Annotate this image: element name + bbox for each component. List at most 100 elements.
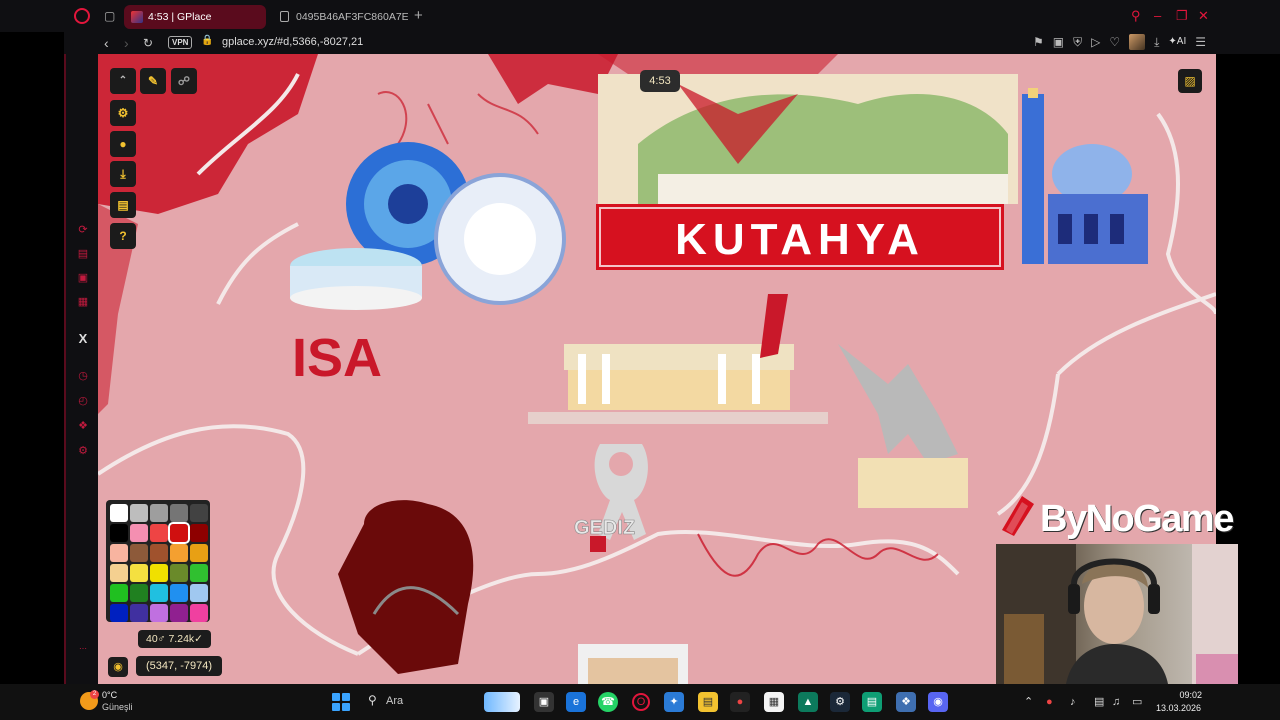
taskbar-search[interactable]: Ara (386, 695, 403, 707)
tool-app-icon[interactable]: ❖ (896, 692, 916, 712)
palette-swatch[interactable] (110, 564, 128, 582)
heart-icon[interactable]: ♡ (1109, 34, 1120, 50)
reload-icon[interactable]: ↻ (143, 35, 153, 51)
palette-swatch[interactable] (110, 584, 128, 602)
tray-overflow-icon[interactable]: ⌃ (1024, 695, 1033, 709)
palette-swatch[interactable] (150, 564, 168, 582)
settings-button[interactable]: ⚙ (110, 100, 136, 126)
start-button[interactable] (332, 693, 350, 711)
aria-ai-button[interactable]: ✦AI (1168, 34, 1186, 50)
microphone-icon[interactable]: ♪ (1070, 695, 1076, 709)
palette-swatch[interactable] (130, 524, 148, 542)
palette-swatch[interactable] (130, 504, 148, 522)
sidebar-history-icon[interactable]: ◷ (77, 370, 89, 382)
url-field[interactable]: gplace.xyz/#d,5366,-8027,21 (222, 35, 363, 49)
steam-icon[interactable]: ⚙ (830, 692, 850, 712)
edge-icon[interactable]: e (566, 692, 586, 712)
palette-swatch[interactable] (110, 544, 128, 562)
palette-swatch[interactable] (190, 504, 208, 522)
palette-swatch[interactable] (150, 504, 168, 522)
download-icon[interactable]: ⤓ (1154, 34, 1159, 50)
collapse-button[interactable]: ⌃ (110, 68, 136, 94)
sidebar-messenger-icon[interactable]: ▣ (77, 272, 89, 284)
gift-button[interactable]: ▨ (1178, 69, 1202, 93)
help-button[interactable]: ? (110, 223, 136, 249)
crest-icon[interactable]: ◉ (108, 657, 128, 677)
palette-swatch[interactable] (170, 544, 188, 562)
store-icon[interactable]: ▦ (764, 692, 784, 712)
close-icon[interactable]: ✕ (1198, 8, 1209, 24)
play-icon[interactable]: ▷ (1091, 34, 1100, 50)
copilot-icon[interactable]: ✦ (664, 692, 684, 712)
profile-avatar[interactable] (1129, 34, 1146, 50)
task-view-icon[interactable]: ▣ (534, 692, 554, 712)
lock-icon[interactable]: 🔒 (201, 35, 213, 46)
sidebar-more-icon[interactable]: ⋯ (77, 643, 89, 655)
forward-icon[interactable]: › (124, 35, 129, 51)
coordinates-display[interactable]: (5347, -7974) (136, 656, 223, 676)
tray-app-icon[interactable]: ● (1046, 695, 1053, 709)
whatsapp-icon[interactable]: ☎ (598, 692, 618, 712)
palette-swatch[interactable] (190, 604, 208, 622)
chat-button[interactable]: ▤ (110, 192, 136, 218)
minimize-icon[interactable]: – (1154, 8, 1161, 24)
tab-document[interactable]: 0495B46AF3FC860A7E18 (272, 5, 408, 29)
palette-swatch[interactable] (150, 584, 168, 602)
pin-icon[interactable]: ⚑ (1033, 34, 1044, 50)
palette-swatch[interactable] (170, 564, 188, 582)
restore-icon[interactable]: ❐ (1176, 8, 1188, 24)
palette-swatch[interactable] (130, 584, 148, 602)
snapshot-icon[interactable]: ▣ (1053, 34, 1064, 50)
tab-islands-icon[interactable]: ▢ (104, 9, 115, 23)
user-button[interactable]: ● (110, 131, 136, 157)
menu-icon[interactable]: ☰ (1195, 34, 1206, 50)
sidebar-briefcase-icon[interactable]: ▤ (77, 248, 89, 260)
palette-swatch[interactable] (170, 604, 188, 622)
palette-swatch[interactable] (130, 544, 148, 562)
clock-date[interactable]: 13.03.2026 (1156, 703, 1201, 713)
opera-logo-icon[interactable] (74, 8, 90, 24)
volume-icon[interactable]: ♫ (1112, 695, 1120, 709)
palette-swatch[interactable] (130, 564, 148, 582)
sidebar-calendar-icon[interactable]: ▦ (77, 296, 89, 308)
palette-swatch[interactable] (170, 504, 188, 522)
palette-swatch[interactable] (190, 584, 208, 602)
notes-button[interactable]: ✎ (140, 68, 166, 94)
sidebar-clock-icon[interactable]: ◴ (77, 395, 89, 407)
chat-app-icon[interactable]: ▤ (862, 692, 882, 712)
back-icon[interactable]: ‹ (104, 35, 109, 51)
file-explorer-icon[interactable]: ▤ (698, 692, 718, 712)
palette-swatch[interactable] (110, 604, 128, 622)
search-tabs-icon[interactable]: ⚲ (1131, 8, 1141, 24)
palette-swatch[interactable] (190, 524, 208, 542)
palette-swatch[interactable] (168, 522, 190, 544)
palette-swatch[interactable] (150, 524, 168, 542)
palette-swatch[interactable] (170, 584, 188, 602)
app-green-icon[interactable]: ▲ (798, 692, 818, 712)
opera-icon[interactable]: O (632, 693, 650, 711)
sidebar-extensions-icon[interactable]: ❖ (77, 420, 89, 432)
palette-swatch[interactable] (150, 604, 168, 622)
discord-icon[interactable]: ◉ (928, 692, 948, 712)
clock-time[interactable]: 09:02 (1174, 690, 1202, 700)
search-highlight-icon[interactable] (484, 692, 520, 712)
palette-swatch[interactable] (130, 604, 148, 622)
vpn-badge[interactable]: VPN (168, 36, 193, 49)
sidebar-aria-icon[interactable]: ⟳ (77, 224, 89, 236)
palette-swatch[interactable] (190, 544, 208, 562)
network-icon[interactable]: ▤ (1094, 695, 1104, 709)
palette-swatch[interactable] (110, 524, 128, 542)
tab-gplace[interactable]: 4:53 | GPlace (124, 5, 266, 29)
palette-swatch[interactable] (110, 504, 128, 522)
sidebar-x-icon[interactable]: X (77, 332, 89, 345)
download-button[interactable]: ⤓ (110, 161, 136, 187)
search-icon[interactable]: ⚲ (368, 693, 377, 707)
new-tab-button[interactable]: + (414, 8, 423, 24)
shield-icon[interactable]: ⛨ (1073, 34, 1082, 50)
link-button[interactable]: ☍ (171, 68, 197, 94)
sidebar-settings-icon[interactable]: ⚙ (77, 445, 89, 457)
palette-swatch[interactable] (190, 564, 208, 582)
palette-swatch[interactable] (150, 544, 168, 562)
battery-icon[interactable]: ▭ (1132, 695, 1142, 709)
recorder-icon[interactable]: ● (730, 692, 750, 712)
